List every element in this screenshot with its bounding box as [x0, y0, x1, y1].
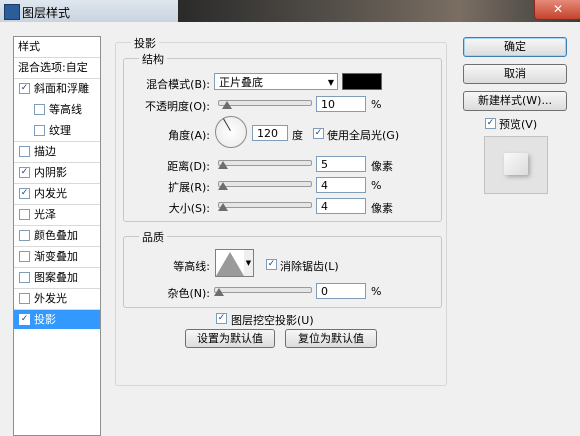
contour-curve-icon: [216, 252, 244, 276]
texture-checkbox[interactable]: [34, 125, 45, 136]
inner-shadow-checkbox[interactable]: ✓: [19, 167, 30, 178]
sidebar-item-contour[interactable]: 等高线: [14, 100, 100, 119]
background-desktop: [178, 0, 580, 22]
angle-dial[interactable]: [215, 116, 247, 148]
color-overlay-checkbox[interactable]: [19, 230, 30, 241]
ok-button[interactable]: 确定: [463, 37, 567, 57]
drop-shadow-checkbox[interactable]: ✓: [19, 314, 30, 325]
close-button[interactable]: ✕: [534, 0, 580, 20]
contour-dropdown-button[interactable]: ▼: [244, 249, 254, 277]
spread-slider[interactable]: [218, 181, 312, 187]
noise-label: 杂色(N):: [167, 287, 210, 300]
knockout-label[interactable]: 图层挖空投影(U): [231, 312, 314, 328]
sidebar-item-gradient-overlay[interactable]: 渐变叠加: [14, 247, 100, 266]
distance-label: 距离(D):: [167, 160, 210, 173]
sidebar-item-stroke[interactable]: 描边: [14, 142, 100, 161]
contour-checkbox[interactable]: [34, 104, 45, 115]
style-preview-box: [484, 136, 548, 194]
spread-slider-thumb[interactable]: [218, 182, 228, 190]
noise-slider-thumb[interactable]: [214, 288, 224, 296]
sidebar-item-blend-options[interactable]: 混合选项:自定: [14, 58, 100, 77]
preview-checkbox[interactable]: ✓: [485, 118, 496, 129]
satin-checkbox[interactable]: [19, 209, 30, 220]
new-style-button[interactable]: 新建样式(W)...: [463, 91, 567, 111]
noise-input[interactable]: 0: [316, 283, 366, 299]
distance-slider-thumb[interactable]: [218, 161, 228, 169]
sidebar-item-texture[interactable]: 纹理: [14, 121, 100, 140]
sidebar-header[interactable]: 样式: [14, 37, 100, 56]
knockout-checkbox[interactable]: ✓: [216, 313, 227, 324]
preview-label[interactable]: 预览(V): [499, 116, 537, 132]
gradient-overlay-checkbox[interactable]: [19, 251, 30, 262]
sidebar-item-inner-glow[interactable]: ✓ 内发光: [14, 184, 100, 203]
structure-title: 结构: [139, 51, 167, 67]
contour-label: 等高线:: [173, 260, 210, 273]
title-bar: [0, 0, 580, 22]
pattern-overlay-checkbox[interactable]: [19, 272, 30, 283]
app-icon: [4, 4, 20, 20]
contour-picker[interactable]: [215, 249, 245, 277]
bevel-emboss-checkbox[interactable]: ✓: [19, 83, 30, 94]
chevron-down-icon: ▼: [327, 78, 334, 87]
opacity-label: 不透明度(O):: [145, 100, 210, 113]
distance-slider[interactable]: [218, 160, 312, 166]
shadow-color-swatch[interactable]: [342, 73, 382, 90]
antialias-checkbox[interactable]: ✓: [266, 259, 277, 270]
make-default-button[interactable]: 设置为默认值: [185, 329, 275, 348]
angle-label: 角度(A):: [168, 129, 210, 142]
sidebar-item-drop-shadow[interactable]: ✓ 投影: [14, 310, 100, 329]
size-input[interactable]: 4: [316, 198, 366, 214]
opacity-slider-thumb[interactable]: [222, 101, 232, 109]
quality-title: 品质: [139, 229, 167, 245]
blend-mode-label: 混合模式(B):: [146, 78, 210, 91]
distance-input[interactable]: 5: [316, 156, 366, 172]
sidebar-item-pattern-overlay[interactable]: 图案叠加: [14, 268, 100, 287]
inner-glow-checkbox[interactable]: ✓: [19, 188, 30, 199]
opacity-slider[interactable]: [218, 100, 312, 106]
antialias-label[interactable]: 消除锯齿(L): [280, 258, 339, 274]
angle-input[interactable]: 120: [252, 125, 288, 141]
opacity-input[interactable]: 10: [316, 96, 366, 112]
size-unit: 像素: [371, 202, 393, 215]
global-light-checkbox[interactable]: ✓: [313, 128, 324, 139]
size-label: 大小(S):: [168, 202, 210, 215]
global-light-label[interactable]: 使用全局光(G): [327, 127, 399, 143]
sidebar-item-outer-glow[interactable]: 外发光: [14, 289, 100, 308]
styles-sidebar: 样式 混合选项:自定 ✓ 斜面和浮雕 等高线 纹理 描边 ✓ 内阴影 ✓ 内发光…: [13, 36, 101, 436]
window-title: 图层样式: [22, 6, 71, 20]
size-slider[interactable]: [218, 202, 312, 208]
noise-slider[interactable]: [214, 287, 312, 293]
spread-input[interactable]: 4: [316, 177, 366, 193]
stroke-checkbox[interactable]: [19, 146, 30, 157]
drop-shadow-title: 投影: [131, 35, 159, 51]
size-slider-thumb[interactable]: [218, 203, 228, 211]
blend-mode-select[interactable]: 正片叠底 ▼: [214, 73, 338, 90]
opacity-unit: %: [371, 98, 382, 111]
spread-unit: %: [371, 179, 382, 192]
sidebar-item-color-overlay[interactable]: 颜色叠加: [14, 226, 100, 245]
noise-unit: %: [371, 285, 382, 298]
outer-glow-checkbox[interactable]: [19, 293, 30, 304]
spread-label: 扩展(R):: [168, 181, 210, 194]
style-preview-thumbnail: [504, 153, 528, 175]
angle-unit: 度: [292, 129, 303, 142]
sidebar-item-bevel-emboss[interactable]: ✓ 斜面和浮雕: [14, 79, 100, 98]
distance-unit: 像素: [371, 160, 393, 173]
chevron-down-icon: ▼: [245, 259, 252, 267]
cancel-button[interactable]: 取消: [463, 64, 567, 84]
sidebar-item-satin[interactable]: 光泽: [14, 205, 100, 224]
sidebar-item-inner-shadow[interactable]: ✓ 内阴影: [14, 163, 100, 182]
reset-default-button[interactable]: 复位为默认值: [285, 329, 377, 348]
